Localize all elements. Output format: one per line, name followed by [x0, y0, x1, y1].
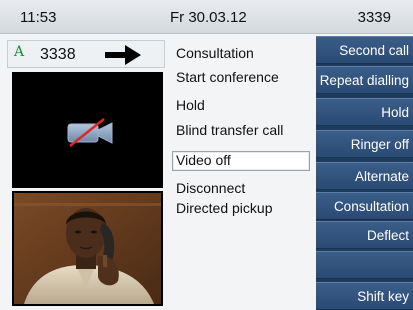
call-options-menu: Consultation Start conference Hold Blind… [168, 40, 312, 306]
menu-item-consultation[interactable]: Consultation [176, 45, 254, 61]
menu-item-start-conference[interactable]: Start conference [176, 69, 279, 85]
softkey-hold[interactable]: Hold [316, 98, 413, 126]
softkey-shift-key[interactable]: Shift key [316, 282, 413, 310]
active-call-line[interactable]: A 3338 [7, 40, 165, 68]
arrow-right-icon [105, 45, 141, 65]
softkey-alternate[interactable]: Alternate [316, 162, 413, 190]
menu-item-directed-pickup[interactable]: Directed pickup [176, 200, 273, 216]
softkey-second-call[interactable]: Second call [316, 36, 413, 64]
status-own-number: 3339 [357, 9, 391, 26]
video-camera-off-icon [67, 118, 113, 147]
phone-screen: 11:53 Fr 30.03.12 3339 A 3338 Consultati… [0, 0, 413, 310]
menu-item-disconnect[interactable]: Disconnect [176, 180, 245, 196]
softkey-repeat-dialling[interactable]: Repeat dialling [316, 66, 413, 94]
call-number: 3338 [40, 46, 76, 63]
line-indicator: A [14, 44, 25, 60]
menu-item-blind-transfer[interactable]: Blind transfer call [176, 122, 283, 138]
softkey-empty[interactable] [316, 251, 413, 279]
caller-photo-image [14, 193, 161, 304]
status-time: 11:53 [20, 9, 57, 26]
softkey-consultation[interactable]: Consultation [316, 192, 413, 220]
status-bar: 11:53 Fr 30.03.12 3339 [0, 0, 413, 34]
menu-item-hold[interactable]: Hold [176, 97, 205, 113]
menu-item-video-off[interactable]: Video off [172, 151, 310, 171]
softkey-column: Second call Repeat dialling Hold Ringer … [316, 36, 413, 310]
softkey-ringer-off[interactable]: Ringer off [316, 130, 413, 158]
caller-photo [12, 191, 163, 306]
softkey-deflect[interactable]: Deflect [316, 221, 413, 249]
video-panel [12, 72, 163, 188]
status-date: Fr 30.03.12 [170, 9, 247, 26]
